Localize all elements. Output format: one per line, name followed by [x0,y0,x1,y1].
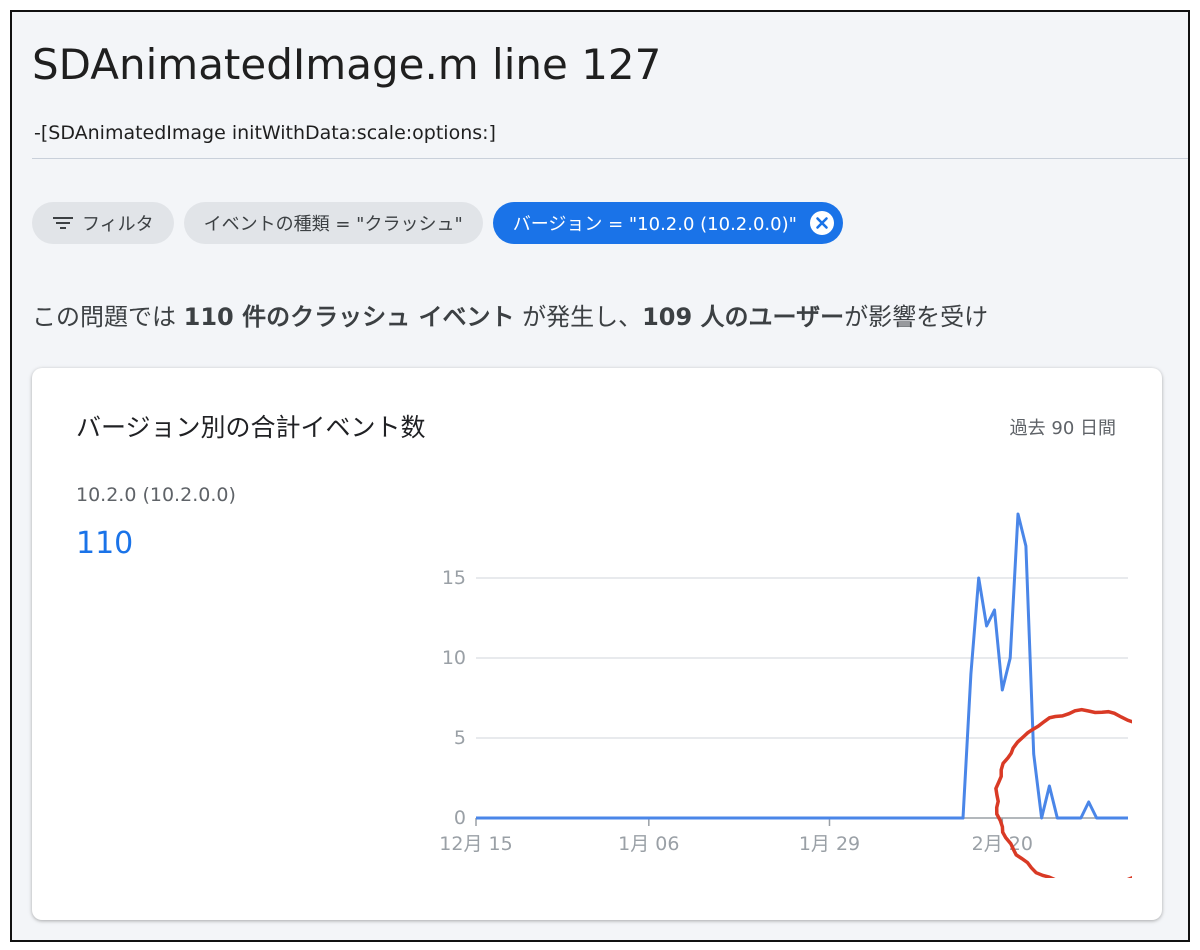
annotation-circle [994,707,1132,878]
y-tick-label: 5 [454,727,466,749]
version-chip-label: バージョン = "10.2.0 (10.2.0.0)" [512,214,797,235]
summary-prefix: この問題では [32,303,184,331]
page-title: SDAnimatedImage.m line 127 [32,40,662,89]
y-tick-label: 15 [442,567,466,589]
close-circle-icon[interactable] [809,210,835,236]
summary-suffix: が影響を受け [844,303,989,331]
card-date-range: 過去 90 日間 [1009,418,1116,439]
summary-user-count: 109 人のユーザー [642,303,845,331]
event-type-chip-label: イベントの種類 = "クラッシュ" [203,214,463,235]
x-tick-label: 1月 29 [799,833,860,855]
y-tick-label: 10 [442,647,466,669]
summary-event-count: 110 件のクラッシュ イベント [183,303,515,331]
x-tick-label: 1月 06 [618,833,679,855]
app-frame: SDAnimatedImage.m line 127 -[SDAnimatedI… [10,10,1190,942]
issue-summary: この問題では 110 件のクラッシュ イベント が発生し、109 人のユーザーが… [32,297,988,332]
series-version-label: 10.2.0 (10.2.0.0) [76,484,236,506]
page-subtitle: -[SDAnimatedImage initWithData:scale:opt… [34,122,496,144]
card-title: バージョン別の合計イベント数 [76,413,426,442]
header-divider [32,158,1188,159]
filter-list-icon [52,214,74,232]
events-line-chart: 0 5 10 15 12月 15 1月 06 1月 29 2月 20 [439,512,1132,878]
filter-bar: フィルタ イベントの種類 = "クラッシュ" バージョン = "10.2.0 (… [32,202,843,244]
summary-middle: が発生し、 [514,303,643,331]
y-tick-label: 0 [454,807,466,829]
x-tick-label: 12月 15 [439,833,512,855]
x-tick-label: 2月 20 [972,833,1033,855]
version-chip[interactable]: バージョン = "10.2.0 (10.2.0.0)" [492,202,843,244]
event-type-chip[interactable]: イベントの種類 = "クラッシュ" [183,202,483,244]
series-line [476,512,1128,820]
series-total-count: 110 [76,526,134,561]
filter-button[interactable]: フィルタ [32,202,174,244]
events-by-version-card: バージョン別の合計イベント数 過去 90 日間 10.2.0 (10.2.0.0… [32,368,1162,920]
filter-button-label: フィルタ [82,214,154,235]
